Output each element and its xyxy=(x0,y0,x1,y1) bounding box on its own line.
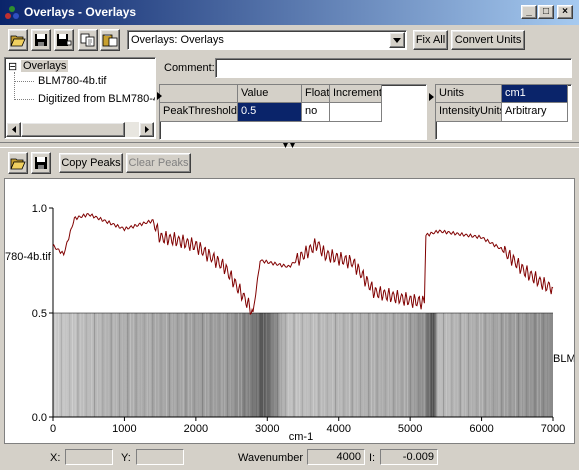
copy-peaks-button[interactable]: Copy Peaks xyxy=(59,153,123,173)
x-tick-label: 4000 xyxy=(326,423,350,435)
save-button[interactable] xyxy=(31,152,51,174)
copy-icon xyxy=(80,33,95,47)
maximize-button[interactable]: □ xyxy=(538,5,554,19)
units-grid[interactable]: Units cm1 IntensityUnits Arbitrary xyxy=(435,84,572,140)
y-tick-label: 0.0 xyxy=(32,412,47,424)
x-axis-label: cm-1 xyxy=(289,431,313,443)
param-header-float: Float xyxy=(302,85,330,103)
status-axis-value: 4000 xyxy=(336,451,361,463)
clear-peaks-button[interactable]: Clear Peaks xyxy=(126,153,191,173)
open-file-button[interactable] xyxy=(8,152,28,174)
tree-connector xyxy=(14,72,16,100)
arrow-left-icon xyxy=(11,126,16,133)
arrow-right-icon xyxy=(144,126,149,133)
paste-button[interactable] xyxy=(100,29,120,51)
status-axis-field: 4000 xyxy=(307,449,365,465)
x-tick-label: 1000 xyxy=(112,423,136,435)
param-header-increment: Increment xyxy=(330,85,382,103)
param-row-value[interactable]: 0.5 xyxy=(238,103,302,122)
comment-input[interactable] xyxy=(215,58,572,78)
dataset-select-value: Overlays: Overlays xyxy=(131,34,224,46)
convert-units-button[interactable]: Convert Units xyxy=(451,30,525,50)
open-folder-icon xyxy=(10,158,26,170)
tree-horizontal-scrollbar[interactable] xyxy=(6,122,154,137)
spectrum-chart[interactable]: 0 1000 2000 3000 4000 5000 6000 7000 1.0 0.5 0.0 c… xyxy=(5,179,574,443)
dataset-select[interactable]: Overlays: Overlays xyxy=(127,30,407,50)
x-tick-label: 2000 xyxy=(184,423,208,435)
scroll-left-button[interactable] xyxy=(6,122,21,137)
grid-scroll-indicator-icon xyxy=(429,92,434,104)
window-title: Overlays - Overlays xyxy=(24,5,137,19)
open-folder-icon xyxy=(10,35,26,47)
param-row-float[interactable]: no xyxy=(302,103,330,122)
status-y-label: Y: xyxy=(121,452,131,464)
x-tick-label: 0 xyxy=(50,423,56,435)
units-row-name[interactable]: IntensityUnits xyxy=(436,103,502,122)
copy-button[interactable] xyxy=(78,29,98,51)
status-i-label: I: xyxy=(369,452,376,464)
x-tick-label: 7000 xyxy=(541,423,565,435)
app-icon xyxy=(4,5,20,21)
status-bar: X: Y: Wavenumber 4000 I: -0.009 xyxy=(0,446,579,470)
paste-icon xyxy=(102,34,118,47)
tree-connector xyxy=(14,99,34,101)
splitter-arrows-icon[interactable] xyxy=(283,140,295,152)
parameters-grid[interactable]: Value Float Increment PeakThreshold 0.5 … xyxy=(157,84,427,140)
status-axis-label: Wavenumber xyxy=(238,452,304,464)
scroll-right-button[interactable] xyxy=(139,122,154,137)
x-tick-label: 5000 xyxy=(398,423,422,435)
tree-item[interactable]: BLM780-4b.tif xyxy=(38,75,106,87)
x-tick-label: 6000 xyxy=(469,423,493,435)
tree-root-overlays[interactable]: Overlays xyxy=(21,60,69,72)
x-tick-label: 3000 xyxy=(255,423,279,435)
floppy-disk-icon xyxy=(35,157,47,169)
status-x-label: X: xyxy=(50,452,61,464)
param-header-value: Value xyxy=(238,85,302,103)
save-as-button[interactable] xyxy=(54,29,74,51)
spectrum-series-line xyxy=(52,213,554,315)
param-row-increment[interactable] xyxy=(330,103,382,122)
dataset-dropdown-button[interactable] xyxy=(389,32,405,48)
row-pointer-icon xyxy=(157,91,162,103)
floppy-disk-icon xyxy=(35,34,47,46)
minimize-button[interactable]: _ xyxy=(521,5,537,19)
series-label: 780-4b.tif xyxy=(5,251,52,263)
save-as-icon xyxy=(57,34,72,46)
param-header-name xyxy=(160,85,238,103)
scroll-thumb[interactable] xyxy=(21,122,125,137)
close-button[interactable]: × xyxy=(557,5,573,19)
units-row-value[interactable]: Arbitrary xyxy=(502,103,568,122)
units-row-name[interactable]: Units xyxy=(436,85,502,103)
units-row-value[interactable]: cm1 xyxy=(502,85,568,103)
title-bar[interactable]: Overlays - Overlays _ □ × xyxy=(0,0,579,25)
chart-panel[interactable]: 0 1000 2000 3000 4000 5000 6000 7000 1.0 0.5 0.0 c… xyxy=(4,178,575,444)
status-i-value: -0.009 xyxy=(402,451,434,463)
y-tick-label: 0.5 xyxy=(32,308,47,320)
tree-connector xyxy=(14,81,34,83)
fix-all-button[interactable]: Fix All xyxy=(413,30,448,50)
status-x-field xyxy=(65,449,113,465)
tree-item[interactable]: Digitized from BLM780-4 xyxy=(38,93,155,105)
image-label: BLM xyxy=(553,353,574,365)
y-tick-label: 1.0 xyxy=(32,203,47,215)
status-y-field xyxy=(136,449,184,465)
comment-label: Comment: xyxy=(164,62,215,74)
param-row-name[interactable]: PeakThreshold xyxy=(160,103,238,122)
dropdown-arrow-icon xyxy=(393,37,401,43)
open-file-button[interactable] xyxy=(8,29,28,51)
tree-view[interactable]: ⊟ Overlays BLM780-4b.tif Digitized from … xyxy=(4,57,156,139)
save-button[interactable] xyxy=(31,29,51,51)
status-i-field: -0.009 xyxy=(380,449,438,465)
